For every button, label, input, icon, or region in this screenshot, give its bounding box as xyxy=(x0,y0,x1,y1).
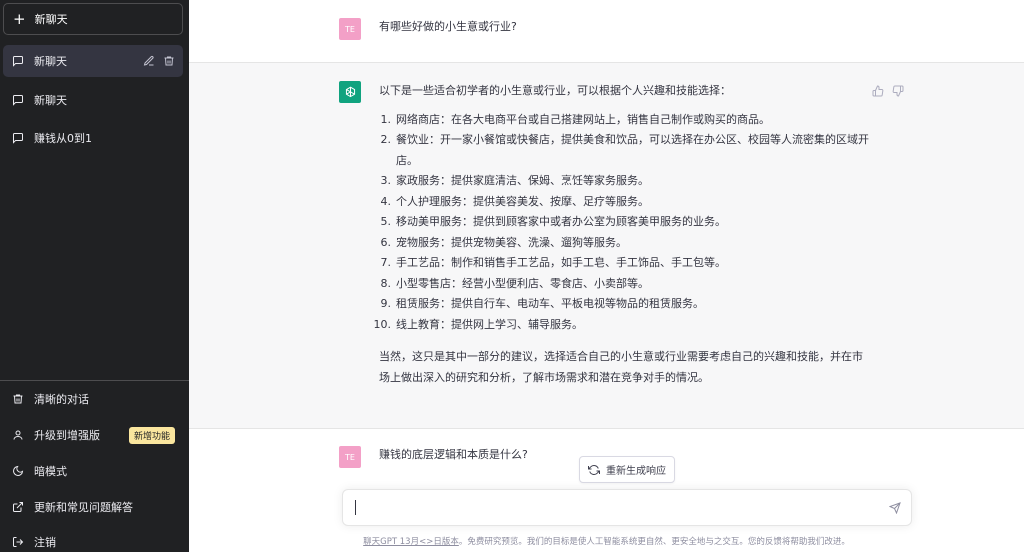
new-chat-button[interactable]: + 新聊天 xyxy=(3,3,183,35)
list-item-number: 4. xyxy=(380,194,392,208)
logout-button[interactable]: 注销 xyxy=(3,526,183,552)
conversation-label: 赚钱从0到1 xyxy=(34,132,92,145)
moon-icon xyxy=(13,465,24,476)
plus-icon: + xyxy=(13,9,26,28)
list-item-text: 移动美甲服务：提供到顾客家中或者办公室为顾客美甲服务的业务。 xyxy=(396,215,726,228)
regenerate-label: 重新生成响应 xyxy=(606,466,666,477)
user-avatar: TE xyxy=(339,18,361,40)
conversation-label: 新聊天 xyxy=(34,94,67,107)
footer-disclaimer: 聊天GPT 13月<>日版本。免费研究预览。我们的目标是使人工智能系统更自然、更… xyxy=(189,535,1024,547)
list-item-number: 6. xyxy=(380,235,392,249)
sidebar: + 新聊天 新聊天 新聊天 赚钱从0到1 清晰的对话 升级到增强版 新增功能 暗… xyxy=(0,0,189,552)
user-message: TE 有哪些好做的小生意或行业? xyxy=(189,0,1024,63)
assistant-outro: 当然，这只是其中一部分的建议，选择适合自己的小生意或行业需要考虑自己的兴趣和技能… xyxy=(379,350,863,384)
text-caret xyxy=(355,500,356,515)
assistant-message-text: 以下是一些适合初学者的小生意或行业，可以根据个人兴趣和技能选择： 1. 网络商店：… xyxy=(374,81,870,388)
chat-bubble-icon xyxy=(13,133,23,144)
list-item: 6. 宠物服务：提供宠物美容、洗澡、遛狗等服务。 xyxy=(379,233,869,254)
list-item: 10. 线上教育：提供网上学习、辅导服务。 xyxy=(374,315,869,336)
list-item-text: 租赁服务：提供自行车、电动车、平板电视等物品的租赁服务。 xyxy=(396,297,704,310)
list-item-number: 2. xyxy=(380,133,392,146)
user-avatar: TE xyxy=(339,446,361,468)
edit-icon[interactable] xyxy=(143,55,155,67)
conversation-item[interactable]: 赚钱从0到1 xyxy=(3,122,183,154)
list-item-text: 个人护理服务：提供美容美发、按摩、足疗等服务。 xyxy=(396,194,649,208)
list-item-text: 宠物服务：提供宠物美容、洗澡、遛狗等服务。 xyxy=(396,235,627,249)
dark-mode-label: 暗模式 xyxy=(34,465,67,478)
thumbs-up-icon[interactable] xyxy=(872,85,884,97)
dark-mode-toggle[interactable]: 暗模式 xyxy=(3,455,183,487)
upgrade-button[interactable]: 升级到增强版 新增功能 xyxy=(3,419,183,451)
list-item: 5. 移动美甲服务：提供到顾客家中或者办公室为顾客美甲服务的业务。 xyxy=(379,212,869,233)
new-feature-badge: 新增功能 xyxy=(128,426,175,444)
message-input[interactable] xyxy=(353,499,873,519)
logout-icon xyxy=(13,537,24,547)
list-item: 7. 手工艺品：制作和销售手工艺品，如手工皂、手工饰品、手工包等。 xyxy=(379,253,869,274)
list-item-text: 餐饮业：开一家小餐馆或快餐店，提供美食和饮品，可以选择在办公区、校园等人流密集的… xyxy=(396,133,869,167)
user-icon xyxy=(13,430,23,440)
clear-label: 清晰的对话 xyxy=(34,393,89,406)
chat-area: TE 有哪些好做的小生意或行业? 以下是一些适合初学者的小生意或行业，可以根据个… xyxy=(189,0,1024,552)
chat-bubble-icon xyxy=(13,56,23,67)
assistant-intro: 以下是一些适合初学者的小生意或行业，可以根据个人兴趣和技能选择： xyxy=(379,84,731,97)
conversation-item[interactable]: 新聊天 xyxy=(3,84,183,116)
new-chat-label: 新聊天 xyxy=(34,13,68,26)
list-item-number: 5. xyxy=(380,215,392,228)
version-link[interactable]: 聊天GPT 13月<>日版本 xyxy=(363,537,459,547)
list-item-text: 家政服务：提供家庭清洁、保姆、烹饪等家务服务。 xyxy=(396,174,649,187)
conversation-item-active[interactable]: 新聊天 xyxy=(3,45,183,77)
list-item-text: 手工艺品：制作和销售手工艺品，如手工皂、手工饰品、手工包等。 xyxy=(396,256,726,269)
footer-text: 。免费研究预览。我们的目标是使人工智能系统更自然、更安全地与之交互。您的反馈将帮… xyxy=(458,537,850,547)
refresh-icon xyxy=(588,464,600,475)
sidebar-divider xyxy=(0,380,189,381)
logout-label: 注销 xyxy=(34,536,56,549)
list-item: 9. 租赁服务：提供自行车、电动车、平板电视等物品的租赁服务。 xyxy=(379,294,869,315)
conversation-label: 新聊天 xyxy=(34,55,67,68)
regenerate-response-button[interactable]: 重新生成响应 xyxy=(579,456,675,483)
list-item-text: 网络商店：在各大电商平台或自己搭建网站上，销售自己制作或购买的商品。 xyxy=(396,112,770,126)
list-item: 8. 小型零售店：经营小型便利店、零食店、小卖部等。 xyxy=(379,274,869,295)
list-item-number: 10. xyxy=(373,317,392,331)
trash-icon xyxy=(13,394,23,404)
assistant-avatar xyxy=(339,81,361,103)
list-item-text: 线上教育：提供网上学习、辅导服务。 xyxy=(396,317,583,331)
list-item: 4. 个人护理服务：提供美容美发、按摩、足疗等服务。 xyxy=(379,192,869,213)
list-item-number: 9. xyxy=(380,297,392,310)
send-icon[interactable] xyxy=(889,502,901,514)
list-item: 1. 网络商店：在各大电商平台或自己搭建网站上，销售自己制作或购买的商品。 xyxy=(379,110,869,131)
list-item-number: 7. xyxy=(380,256,392,269)
assistant-message: 以下是一些适合初学者的小生意或行业，可以根据个人兴趣和技能选择： 1. 网络商店：… xyxy=(189,63,1024,429)
list-item: 3. 家政服务：提供家庭清洁、保姆、烹饪等家务服务。 xyxy=(379,171,869,192)
chat-bubble-icon xyxy=(13,95,23,106)
updates-faq-label: 更新和常见问题解答 xyxy=(34,501,133,514)
list-item-text: 小型零售店：经营小型便利店、零食店、小卖部等。 xyxy=(396,276,649,290)
feedback-buttons xyxy=(872,85,904,97)
list-item-number: 3. xyxy=(380,174,392,187)
clear-conversations-button[interactable]: 清晰的对话 xyxy=(3,383,183,415)
list-item-number: 8. xyxy=(380,276,392,290)
external-link-icon xyxy=(13,502,23,512)
thumbs-down-icon[interactable] xyxy=(892,85,904,97)
openai-logo-icon xyxy=(345,86,355,97)
trash-icon[interactable] xyxy=(163,55,175,67)
user-message-text: 有哪些好做的小生意或行业? xyxy=(379,20,517,33)
upgrade-label: 升级到增强版 xyxy=(34,429,100,442)
list-item-number: 1. xyxy=(380,112,392,126)
updates-faq-link[interactable]: 更新和常见问题解答 xyxy=(3,491,183,523)
list-item: 2. 餐饮业：开一家小餐馆或快餐店，提供美食和饮品，可以选择在办公区、校园等人流密… xyxy=(379,130,870,171)
assistant-list: 1. 网络商店：在各大电商平台或自己搭建网站上，销售自己制作或购买的商品。 2. 餐饮… xyxy=(374,110,870,336)
message-input-container xyxy=(342,489,912,526)
